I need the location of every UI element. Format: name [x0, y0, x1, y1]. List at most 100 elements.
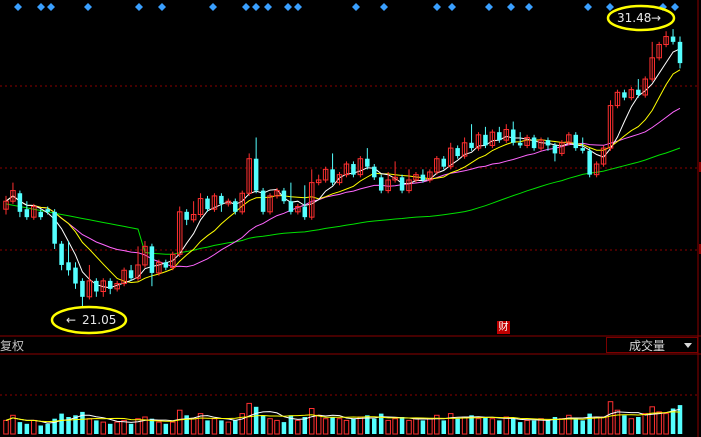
- candle: [176, 206, 183, 257]
- volume-bar: [475, 418, 482, 435]
- candle: [336, 172, 343, 186]
- candle-body: [260, 190, 266, 212]
- candle: [475, 132, 482, 151]
- candle: [190, 201, 197, 223]
- volume-bar: [447, 413, 454, 435]
- candle-body: [531, 137, 537, 149]
- volume-bar: [274, 419, 280, 435]
- volume-bar: [441, 420, 447, 434]
- candle-body: [302, 206, 308, 218]
- volume-bar: [510, 418, 516, 434]
- candle: [524, 134, 530, 149]
- volume-bar: [336, 418, 343, 435]
- volume-bar: [107, 423, 113, 434]
- candle-body: [17, 193, 23, 212]
- candle-body: [483, 134, 488, 146]
- candle: [121, 267, 127, 287]
- volume-bar: [315, 414, 322, 435]
- candle: [59, 241, 64, 271]
- candle-body: [59, 243, 64, 265]
- event-marker-12: [352, 3, 360, 11]
- event-marker-22: [671, 3, 679, 11]
- event-marker-0: [14, 3, 22, 11]
- candle: [517, 132, 523, 149]
- candle: [503, 124, 510, 143]
- indicator-tab-label: 复权: [0, 339, 25, 353]
- candle: [253, 137, 259, 194]
- candle-body: [52, 211, 57, 244]
- candle: [3, 195, 9, 215]
- candle-body: [670, 36, 676, 42]
- volume-bar: [281, 422, 287, 434]
- volume-bar: [322, 418, 329, 435]
- candle-body: [107, 280, 113, 289]
- volume-bar: [587, 413, 592, 434]
- volume-bar: [128, 423, 134, 434]
- volume-ma-lines: [5, 408, 681, 424]
- candle: [441, 156, 447, 170]
- candle: [614, 89, 621, 109]
- candle: [455, 145, 460, 159]
- volume-indicator-select[interactable]: 成交量: [606, 337, 698, 353]
- candle: [10, 182, 16, 204]
- candle: [52, 209, 57, 250]
- candle: [31, 203, 37, 220]
- candle: [670, 29, 676, 45]
- event-marker-10: [284, 3, 292, 11]
- volume-bar: [31, 419, 37, 435]
- candle-body: [330, 169, 335, 183]
- candle: [622, 89, 627, 101]
- volume-bar: [622, 415, 627, 434]
- volume-bar: [357, 416, 364, 435]
- candle: [239, 190, 246, 215]
- volume-bar: [663, 413, 669, 435]
- candle: [552, 142, 558, 162]
- candle: [434, 156, 440, 175]
- event-markers: [14, 3, 679, 11]
- volume-bar: [86, 418, 93, 435]
- candle-body: [94, 280, 99, 292]
- candle: [219, 193, 224, 212]
- volume-bar: [190, 418, 197, 435]
- volume-bar: [614, 409, 621, 435]
- candle-body: [73, 267, 78, 284]
- volume-bar: [372, 418, 377, 434]
- candle-body: [219, 195, 224, 204]
- financial-report-badge[interactable]: 财: [497, 321, 510, 334]
- volume-bar: [636, 417, 641, 434]
- volume-bar: [524, 419, 530, 435]
- volume-bar: [17, 422, 23, 434]
- candle: [73, 262, 78, 289]
- candle: [107, 278, 113, 295]
- candle: [559, 140, 565, 157]
- candle-body: [372, 166, 377, 178]
- candle: [636, 79, 641, 98]
- volume-bar: [489, 418, 496, 435]
- candle: [656, 41, 662, 61]
- volume-bar: [205, 420, 210, 434]
- volume-bar: [246, 402, 252, 435]
- candle: [642, 76, 649, 98]
- indicator-tab[interactable]: 复权: [0, 338, 24, 354]
- candle: [406, 169, 412, 194]
- candle: [66, 241, 71, 276]
- candle: [469, 124, 474, 151]
- volume-bar: [100, 421, 107, 435]
- candle: [399, 174, 405, 194]
- volume-bar: [573, 418, 579, 434]
- candle: [100, 278, 107, 297]
- volume-bar: [211, 418, 218, 435]
- candle: [483, 126, 488, 149]
- low-annotation: ← 21.05: [50, 305, 128, 335]
- candle: [372, 164, 377, 180]
- volume-bar: [94, 420, 99, 434]
- candle: [233, 198, 238, 215]
- candle: [649, 41, 655, 82]
- candle: [308, 169, 315, 220]
- volume-bar: [121, 419, 127, 435]
- candle-body: [552, 145, 558, 154]
- candle: [197, 193, 204, 218]
- chevron-down-icon: [684, 343, 692, 348]
- ma5-line: [5, 48, 681, 289]
- low-arrow: ←: [66, 313, 76, 327]
